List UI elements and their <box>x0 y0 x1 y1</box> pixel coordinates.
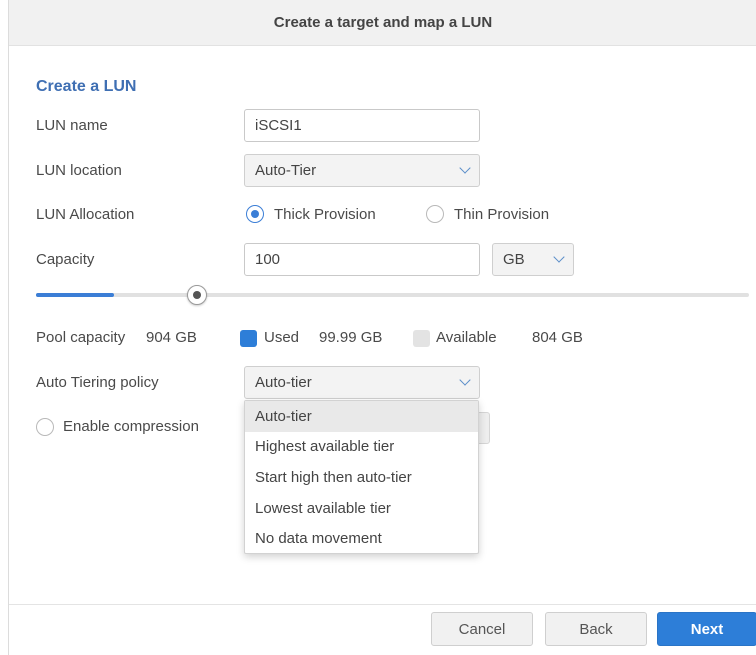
pool-capacity-label: Pool capacity <box>36 329 126 346</box>
capacity-unit-select[interactable]: GB <box>492 243 574 276</box>
used-legend-swatch <box>240 330 257 347</box>
thick-provision-radio[interactable]: Thick Provision <box>246 205 376 223</box>
lun-name-input[interactable]: iSCSI1 <box>244 109 480 142</box>
tiering-policy-value: Auto-tier <box>255 374 312 391</box>
radio-unselected-icon <box>426 205 444 223</box>
tiering-policy-label: Auto Tiering policy <box>36 374 159 391</box>
lun-name-value: iSCSI1 <box>255 117 302 134</box>
chevron-down-icon <box>553 251 565 263</box>
section-title: Create a LUN <box>36 78 137 95</box>
capacity-slider-fill <box>36 293 115 297</box>
available-label: Available <box>436 329 497 346</box>
capacity-input[interactable]: 100 <box>244 243 480 276</box>
thin-provision-label: Thin Provision <box>454 205 550 223</box>
capacity-value: 100 <box>255 251 281 268</box>
thin-provision-radio[interactable]: Thin Provision <box>426 205 549 223</box>
used-label: Used <box>264 329 300 346</box>
next-button[interactable]: Next <box>657 612 756 646</box>
used-value: 99.99 GB <box>319 329 383 346</box>
lun-location-select[interactable]: Auto-Tier <box>244 154 480 187</box>
tiering-policy-select[interactable]: Auto-tier <box>244 366 480 399</box>
capacity-slider-handle[interactable] <box>187 285 207 305</box>
capacity-unit-value: GB <box>503 251 525 268</box>
compression-label: Enable compression <box>63 418 199 435</box>
dialog-window: Create a target and map a LUN Create a L… <box>8 0 756 655</box>
dropdown-option[interactable]: Lowest available tier <box>245 493 478 524</box>
tiering-policy-dropdown: Auto-tier Highest available tier Start h… <box>244 400 479 554</box>
dropdown-option[interactable]: Highest available tier <box>245 432 478 463</box>
thick-provision-label: Thick Provision <box>274 205 376 223</box>
footer-divider <box>9 604 756 605</box>
lun-allocation-label: LUN Allocation <box>36 206 135 223</box>
chevron-down-icon <box>459 162 471 174</box>
available-value: 804 GB <box>532 329 583 346</box>
capacity-label: Capacity <box>36 251 95 268</box>
dropdown-option[interactable]: Auto-tier <box>245 401 478 432</box>
dropdown-option[interactable]: Start high then auto-tier <box>245 462 478 493</box>
compression-checkbox[interactable] <box>36 418 54 436</box>
radio-selected-icon <box>246 205 264 223</box>
back-button[interactable]: Back <box>545 612 647 646</box>
pool-capacity-total: 904 GB <box>146 329 197 346</box>
chevron-down-icon <box>459 374 471 386</box>
available-legend-swatch <box>413 330 430 347</box>
lun-location-value: Auto-Tier <box>255 162 317 179</box>
capacity-slider[interactable] <box>36 293 749 297</box>
dialog-titlebar: Create a target and map a LUN <box>9 0 756 46</box>
dropdown-option[interactable]: No data movement <box>245 523 478 554</box>
cancel-button[interactable]: Cancel <box>431 612 533 646</box>
lun-location-label: LUN location <box>36 162 122 179</box>
lun-name-label: LUN name <box>36 117 108 134</box>
dialog-title: Create a target and map a LUN <box>273 14 493 31</box>
